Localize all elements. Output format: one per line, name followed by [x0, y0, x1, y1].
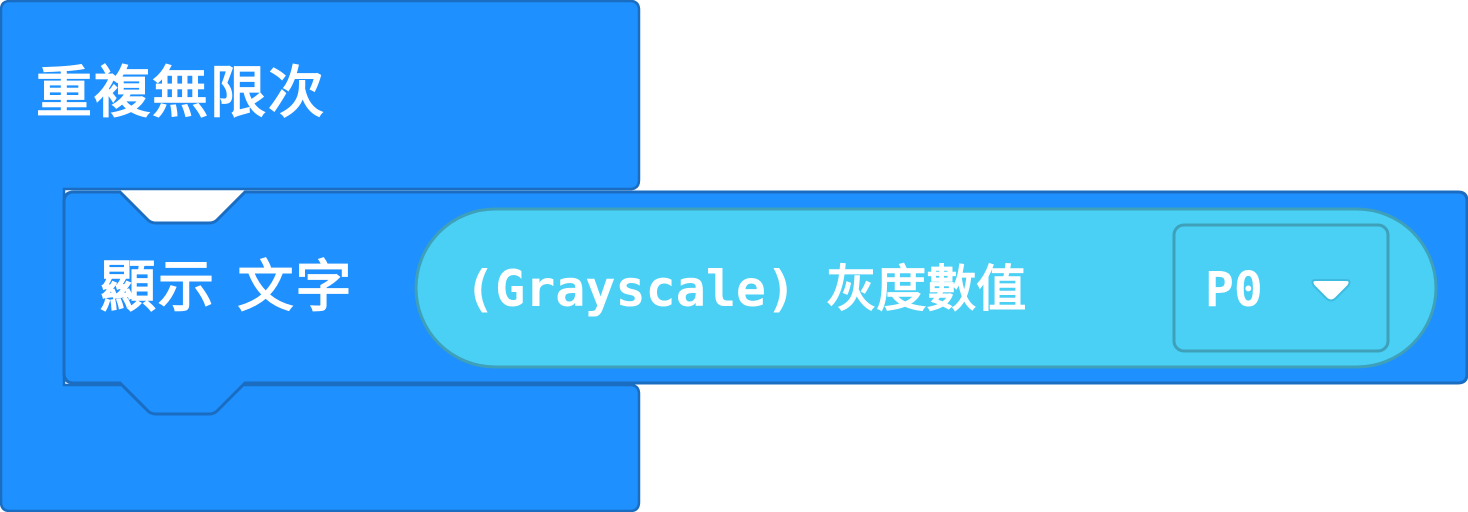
pin-dropdown-value[interactable]: P0 [1205, 266, 1263, 314]
grayscale-label: (Grayscale) 灰度數值 [465, 260, 1027, 318]
show-string-label: 顯示 文字 [100, 255, 354, 320]
forever-label: 重複無限次 [36, 61, 326, 126]
